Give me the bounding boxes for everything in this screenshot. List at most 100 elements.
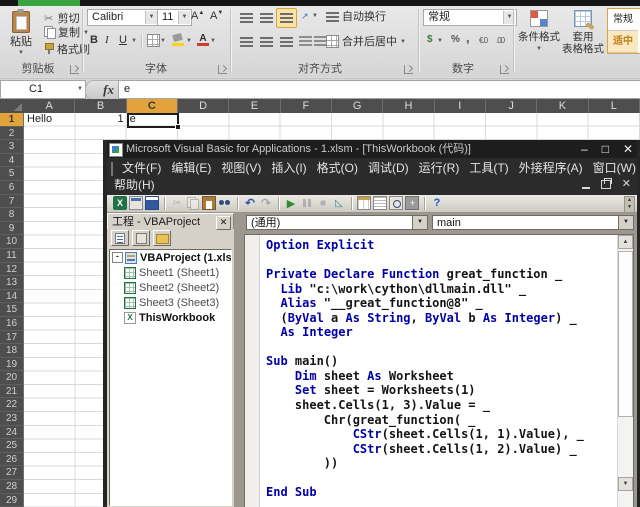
vba-menu-工具T[interactable]: 工具(T) bbox=[464, 160, 513, 177]
mdi-restore-icon[interactable] bbox=[601, 180, 611, 189]
decrease-decimal-icon[interactable]: .00 bbox=[496, 36, 504, 45]
column-header-B[interactable]: B bbox=[75, 99, 126, 113]
mdi-minimize-icon[interactable] bbox=[582, 187, 590, 189]
orientation-icon[interactable]: ↗ bbox=[301, 11, 309, 22]
column-header-I[interactable]: I bbox=[435, 99, 486, 113]
row-header-18[interactable]: 18 bbox=[0, 344, 24, 358]
font-name-arrow[interactable]: ▼ bbox=[145, 11, 157, 24]
column-header-D[interactable]: D bbox=[178, 99, 229, 113]
row-header-20[interactable]: 20 bbox=[0, 371, 24, 385]
fill-color-icon[interactable] bbox=[172, 34, 184, 46]
number-dialog-launcher[interactable] bbox=[500, 65, 509, 74]
row-header-7[interactable]: 7 bbox=[0, 195, 24, 209]
comma-style-icon[interactable]: , bbox=[466, 34, 470, 42]
project-tree[interactable]: -VBAProject (1.xlsm)Sheet1 (Sheet1)Sheet… bbox=[109, 249, 232, 506]
row-header-17[interactable]: 17 bbox=[0, 331, 24, 345]
vba-menu-格式O[interactable]: 格式(O) bbox=[312, 160, 363, 177]
insert-function-button[interactable]: fx bbox=[85, 80, 120, 101]
column-header-F[interactable]: F bbox=[281, 99, 332, 113]
reset-icon[interactable]: ■ bbox=[316, 196, 330, 210]
scrollbar-thumb[interactable] bbox=[618, 251, 633, 417]
row-header-13[interactable]: 13 bbox=[0, 276, 24, 290]
view-object-icon[interactable] bbox=[129, 196, 143, 210]
object-combo-arrow[interactable]: ▼ bbox=[412, 216, 427, 229]
row-header-16[interactable]: 16 bbox=[0, 317, 24, 331]
row-header-15[interactable]: 15 bbox=[0, 303, 24, 317]
decrease-indent-icon[interactable] bbox=[299, 36, 312, 47]
scroll-down-icon[interactable]: ▼ bbox=[618, 477, 633, 491]
fill-handle[interactable] bbox=[175, 124, 181, 130]
row-header-12[interactable]: 12 bbox=[0, 263, 24, 277]
cell-A1[interactable]: Hello bbox=[24, 113, 75, 127]
row-header-29[interactable]: 29 bbox=[0, 494, 24, 507]
minimize-button[interactable]: – bbox=[581, 140, 588, 158]
row-header-2[interactable]: 2 bbox=[0, 127, 24, 141]
vba-title-bar[interactable]: Microsoft Visual Basic for Applications … bbox=[107, 140, 637, 158]
view-object-icon[interactable] bbox=[132, 230, 150, 246]
vba-menu-文件F[interactable]: 文件(F) bbox=[117, 160, 166, 177]
vba-menu-窗口W[interactable]: 窗口(W) bbox=[588, 160, 637, 177]
object-combo[interactable]: (通用) ▼ bbox=[246, 215, 428, 230]
name-box[interactable]: C1 ▼ bbox=[0, 80, 86, 99]
font-color-icon[interactable]: A bbox=[197, 34, 209, 43]
merge-center-button[interactable]: 合并后居中 ▼ bbox=[326, 35, 406, 50]
code-vertical-scrollbar[interactable]: ▲ ▼ bbox=[617, 235, 633, 507]
wrap-text-button[interactable]: 自动换行 bbox=[326, 10, 386, 25]
row-header-14[interactable]: 14 bbox=[0, 290, 24, 304]
tree-item-Sheet3[interactable]: Sheet3 (Sheet3) bbox=[110, 295, 231, 310]
project-explorer-close-icon[interactable]: ✕ bbox=[216, 216, 231, 230]
code-editor[interactable]: Option Explicit Private Declare Function… bbox=[244, 234, 634, 507]
paste-button[interactable]: 粘贴 ▼ bbox=[4, 9, 38, 61]
paste-icon[interactable] bbox=[202, 196, 216, 210]
toolbar-overflow-handle[interactable]: ▲▼ bbox=[624, 196, 635, 213]
row-header-9[interactable]: 9 bbox=[0, 222, 24, 236]
font-color-dropdown-arrow[interactable]: ▼ bbox=[210, 38, 216, 44]
code-text[interactable]: Option Explicit Private Declare Function… bbox=[260, 235, 618, 507]
clipboard-dialog-launcher[interactable] bbox=[70, 65, 79, 74]
row-header-26[interactable]: 26 bbox=[0, 453, 24, 467]
bold-button[interactable]: B bbox=[90, 34, 98, 46]
break-icon[interactable] bbox=[300, 196, 314, 210]
row-header-11[interactable]: 11 bbox=[0, 249, 24, 263]
project-explorer-header[interactable]: 工程 - VBAProject ✕ bbox=[107, 213, 234, 229]
row-header-23[interactable]: 23 bbox=[0, 412, 24, 426]
tree-item-VBAProject[interactable]: -VBAProject (1.xlsm) bbox=[110, 250, 231, 265]
formula-input[interactable]: e bbox=[118, 80, 640, 99]
row-header-19[interactable]: 19 bbox=[0, 358, 24, 372]
find-icon[interactable] bbox=[218, 196, 232, 210]
close-button[interactable]: ✕ bbox=[623, 140, 633, 158]
column-header-C[interactable]: C bbox=[127, 99, 178, 113]
accounting-format-icon[interactable]: $ bbox=[427, 34, 433, 45]
percent-style-icon[interactable]: % bbox=[451, 34, 460, 45]
object-browser-icon[interactable] bbox=[389, 196, 403, 210]
cell-B1[interactable]: 1 bbox=[75, 113, 126, 127]
row-header-5[interactable]: 5 bbox=[0, 167, 24, 181]
row-header-6[interactable]: 6 bbox=[0, 181, 24, 195]
select-all-corner[interactable] bbox=[0, 99, 25, 114]
column-header-A[interactable]: A bbox=[24, 99, 75, 113]
name-box-arrow[interactable]: ▼ bbox=[77, 81, 83, 98]
vba-menu-运行R[interactable]: 运行(R) bbox=[414, 160, 465, 177]
excel-icon[interactable]: X bbox=[113, 196, 127, 210]
redo-icon[interactable]: ↷ bbox=[259, 196, 273, 210]
column-header-H[interactable]: H bbox=[383, 99, 434, 113]
maximize-button[interactable]: □ bbox=[602, 140, 609, 158]
row-header-4[interactable]: 4 bbox=[0, 154, 24, 168]
font-dialog-launcher[interactable] bbox=[218, 65, 227, 74]
row-header-28[interactable]: 28 bbox=[0, 480, 24, 494]
increase-decimal-icon[interactable]: €.0 bbox=[479, 36, 487, 45]
row-header-27[interactable]: 27 bbox=[0, 466, 24, 480]
font-size-combo[interactable]: 11 ▼ bbox=[157, 9, 192, 26]
procedure-combo[interactable]: main ▼ bbox=[432, 215, 634, 230]
mdi-close-icon[interactable]: ✕ bbox=[622, 178, 631, 191]
design-mode-icon[interactable]: ◺ bbox=[332, 196, 346, 210]
column-header-J[interactable]: J bbox=[486, 99, 537, 113]
row-header-24[interactable]: 24 bbox=[0, 426, 24, 440]
orientation-dropdown-arrow[interactable]: ▼ bbox=[312, 13, 318, 19]
tree-item-Sheet2[interactable]: Sheet2 (Sheet2) bbox=[110, 280, 231, 295]
view-code-icon[interactable] bbox=[111, 230, 129, 246]
vba-menu-插入I[interactable]: 插入(I) bbox=[266, 160, 311, 177]
alignment-dialog-launcher[interactable] bbox=[404, 65, 413, 74]
tree-item-Sheet1[interactable]: Sheet1 (Sheet1) bbox=[110, 265, 231, 280]
align-right-button[interactable] bbox=[276, 32, 297, 52]
